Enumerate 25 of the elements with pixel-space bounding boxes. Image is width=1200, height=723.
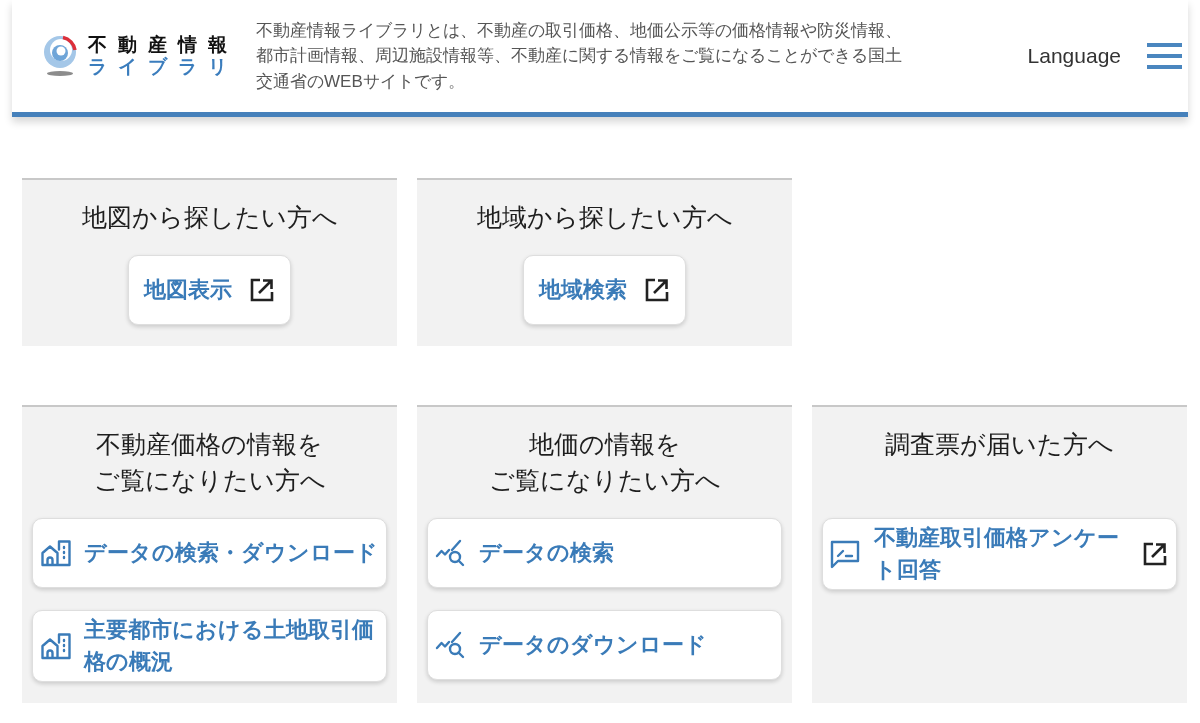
chart-search-icon xyxy=(435,539,467,567)
link-button[interactable]: データの検索 xyxy=(427,518,782,588)
language-button[interactable]: Language xyxy=(1027,42,1121,70)
speech-bubble-pen-icon xyxy=(830,539,860,569)
section-title: 不動産価格の情報を xyxy=(96,430,323,460)
link-button[interactable]: データのダウンロード xyxy=(427,610,782,680)
emblem-icon xyxy=(42,35,78,77)
logo-subtitle: ライブラリ xyxy=(88,56,238,78)
section-title: 調査票が届いた方へ xyxy=(885,430,1114,460)
house-building-icon xyxy=(40,632,72,660)
section-title: ご覧になりたい方へ xyxy=(488,466,721,496)
house-building-icon xyxy=(40,539,72,567)
chart-search-icon xyxy=(435,631,467,659)
link-button[interactable]: データの検索・ダウンロード xyxy=(32,518,387,588)
section-title: 地図から探したい方へ xyxy=(81,203,338,233)
link-button[interactable]: 地図表示 xyxy=(128,255,291,325)
link-button[interactable]: 地域検索 xyxy=(523,255,686,325)
site-description: 不動産情報ライブラリとは、不動産の取引価格、地価公示等の価格情報や防災情報、都市計画情報、周辺施設情報等、不動産に関する情報をご覧になることができる国土交通省のWEBサイトです。 xyxy=(256,19,903,93)
logo-title: 不動産情報 xyxy=(88,34,238,56)
section-title: 地域から探したい方へ xyxy=(476,203,733,233)
section-title: ご覧になりたい方へ xyxy=(93,466,326,496)
link-button[interactable]: 不動産取引価格アンケート回答 xyxy=(822,518,1177,590)
section-title: 地価の情報を xyxy=(528,430,681,460)
link-button[interactable]: 主要都市における土地取引価格の概況 xyxy=(32,610,387,682)
menu-icon[interactable] xyxy=(1147,43,1182,69)
